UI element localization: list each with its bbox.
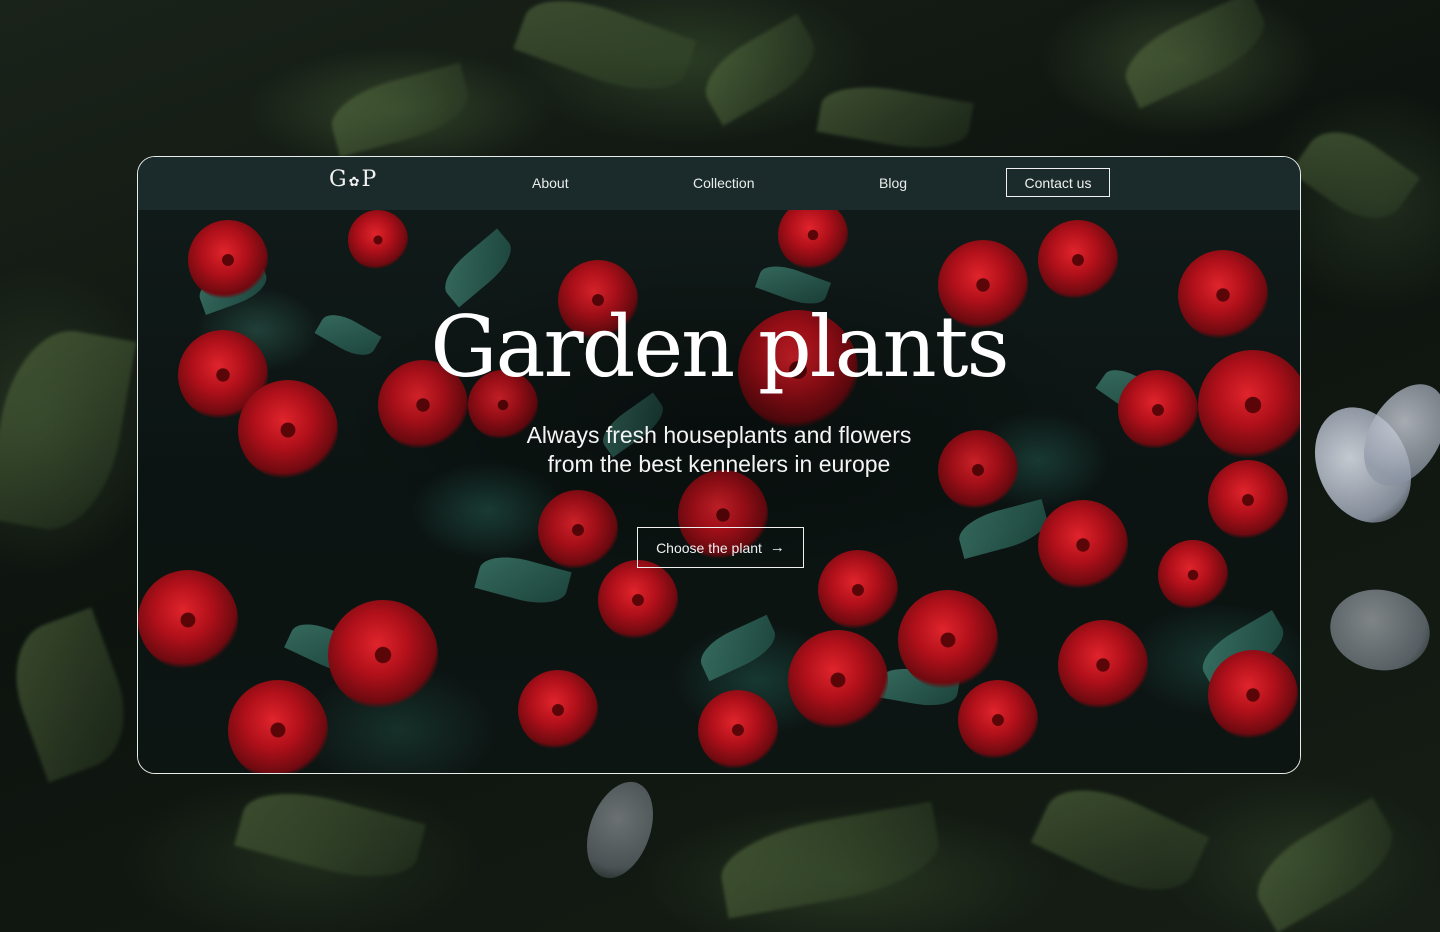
hero-subtitle-line-2: from the best kennelers in europe — [547, 451, 891, 477]
hero-dim-overlay — [138, 210, 1300, 773]
logo-letter-p: P — [361, 167, 378, 192]
choose-plant-label: Choose the plant — [656, 539, 762, 556]
hero-subtitle: Always fresh houseplants and flowers fro… — [138, 421, 1300, 479]
logo-letter-g: G — [329, 167, 348, 192]
hero-section: Garden plants Always fresh houseplants a… — [138, 210, 1300, 773]
hero-subtitle-line-1: Always fresh houseplants and flowers — [526, 422, 912, 448]
navbar: G ✿ P About Collection Blog Contact us — [138, 157, 1300, 210]
nav-link-blog[interactable]: Blog — [879, 175, 907, 191]
browser-window: G ✿ P About Collection Blog Contact us G… — [137, 156, 1301, 774]
choose-plant-button[interactable]: Choose the plant → — [637, 527, 804, 568]
brand-logo[interactable]: G ✿ P — [329, 167, 377, 192]
hero-title: Garden plants — [430, 298, 1009, 396]
nav-link-collection[interactable]: Collection — [693, 175, 754, 191]
arrow-right-icon: → — [769, 539, 785, 556]
contact-us-button[interactable]: Contact us — [1006, 168, 1110, 197]
flower-icon: ✿ — [348, 175, 361, 190]
nav-link-about[interactable]: About — [532, 175, 569, 191]
